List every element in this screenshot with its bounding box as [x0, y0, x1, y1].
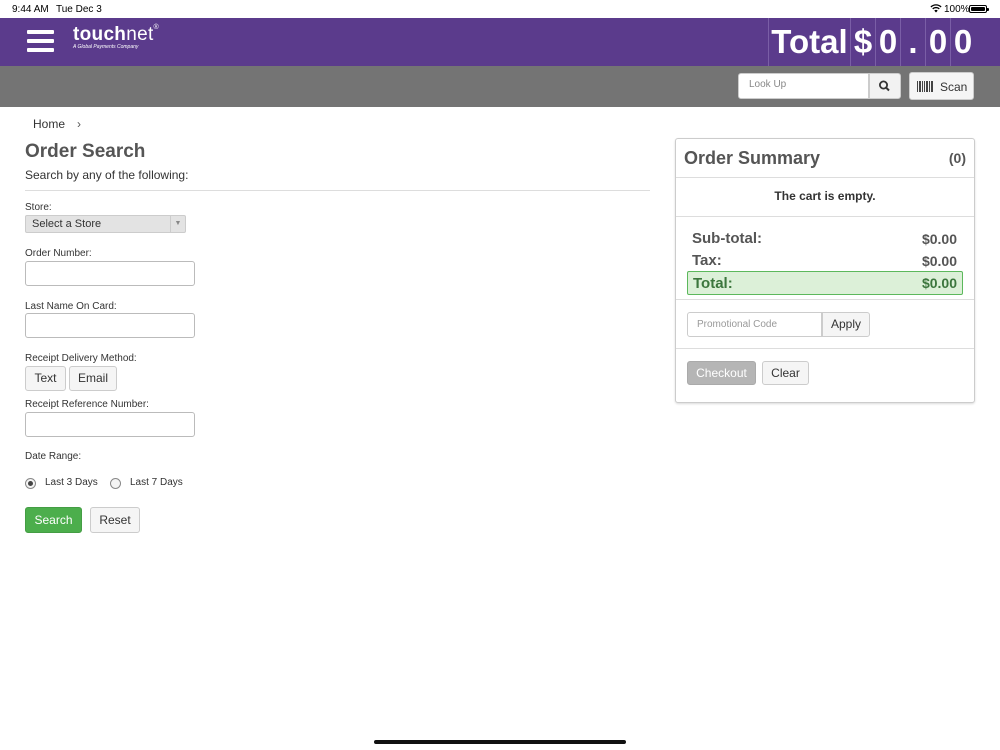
- hamburger-icon[interactable]: [27, 30, 54, 54]
- divider: [676, 348, 974, 349]
- divider: [676, 177, 974, 178]
- divider: [676, 216, 974, 217]
- last-name-label: Last Name On Card:: [25, 301, 117, 312]
- total-label: Total:: [693, 275, 733, 292]
- email-button[interactable]: Email: [69, 366, 117, 391]
- order-number-input[interactable]: [25, 261, 195, 286]
- total-row: Total: $0.00: [687, 271, 963, 295]
- radio-last-3-days[interactable]: [25, 478, 36, 489]
- status-time: 9:44 AM: [12, 4, 49, 15]
- reset-button[interactable]: Reset: [90, 507, 140, 533]
- wifi-icon: [930, 4, 942, 13]
- subtotal-value: $0.00: [921, 231, 957, 247]
- currency-symbol: $: [850, 18, 875, 66]
- total-digit: 0: [950, 18, 975, 66]
- total-digit: 0: [925, 18, 950, 66]
- total-label: Total: [768, 18, 850, 66]
- search-button[interactable]: Search: [25, 507, 82, 533]
- radio-label-last-3-days: Last 3 Days: [45, 477, 98, 488]
- text-button[interactable]: Text: [25, 366, 66, 391]
- receipt-ref-input[interactable]: [25, 412, 195, 437]
- promo-code-input[interactable]: Promotional Code: [687, 312, 822, 337]
- order-number-label: Order Number:: [25, 248, 92, 259]
- breadcrumb-separator: ›: [77, 117, 81, 131]
- tax-label: Tax:: [692, 252, 722, 269]
- last-name-input[interactable]: [25, 313, 195, 338]
- total-digit: .: [900, 18, 925, 66]
- order-summary-panel: Order Summary (0) The cart is empty. Sub…: [675, 138, 975, 403]
- apply-button[interactable]: Apply: [822, 312, 870, 337]
- radio-last-7-days[interactable]: [110, 478, 121, 489]
- breadcrumb-home[interactable]: Home: [33, 117, 65, 131]
- header-total: Total $ 0 . 0 0: [768, 18, 975, 66]
- receipt-method-label: Receipt Delivery Method:: [25, 353, 137, 364]
- store-select[interactable]: Select a Store ▼: [25, 215, 186, 233]
- total-value: $0.00: [921, 275, 957, 291]
- status-date: Tue Dec 3: [56, 4, 102, 15]
- clear-button[interactable]: Clear: [762, 361, 809, 385]
- status-bar: 9:44 AM Tue Dec 3 100%: [0, 0, 1000, 18]
- touchnet-logo: touchnet® A Global Payments Company: [73, 24, 160, 50]
- total-digit: 0: [875, 18, 900, 66]
- barcode-icon: [917, 81, 933, 92]
- lookup-input[interactable]: Look Up: [738, 73, 869, 99]
- scan-button[interactable]: Scan: [909, 72, 974, 100]
- divider: [25, 190, 650, 191]
- page-subtitle: Search by any of the following:: [25, 168, 189, 182]
- battery-icon: [969, 5, 989, 13]
- store-label: Store:: [25, 202, 52, 213]
- breadcrumb: Home ›: [33, 117, 81, 131]
- scan-label: Scan: [940, 80, 968, 94]
- order-summary-title: Order Summary: [684, 148, 821, 168]
- toolbar: Look Up Scan: [0, 66, 1000, 107]
- date-range-label: Date Range:: [25, 451, 82, 462]
- subtotal-label: Sub-total:: [692, 230, 762, 247]
- tax-value: $0.00: [921, 253, 957, 269]
- lookup-button[interactable]: [869, 73, 901, 99]
- radio-label-last-7-days: Last 7 Days: [130, 477, 183, 488]
- chevron-down-icon: ▼: [170, 216, 185, 232]
- page-title: Order Search: [25, 141, 146, 162]
- home-indicator[interactable]: [374, 740, 626, 744]
- battery-percent: 100%: [944, 4, 970, 15]
- app-header: touchnet® A Global Payments Company Tota…: [0, 18, 1000, 66]
- checkout-button[interactable]: Checkout: [687, 361, 756, 385]
- cart-count: (0): [948, 150, 966, 166]
- receipt-ref-label: Receipt Reference Number:: [25, 399, 149, 410]
- divider: [676, 299, 974, 300]
- store-select-value: Select a Store: [32, 218, 102, 230]
- cart-empty-message: The cart is empty.: [774, 189, 876, 203]
- search-icon: [878, 80, 890, 92]
